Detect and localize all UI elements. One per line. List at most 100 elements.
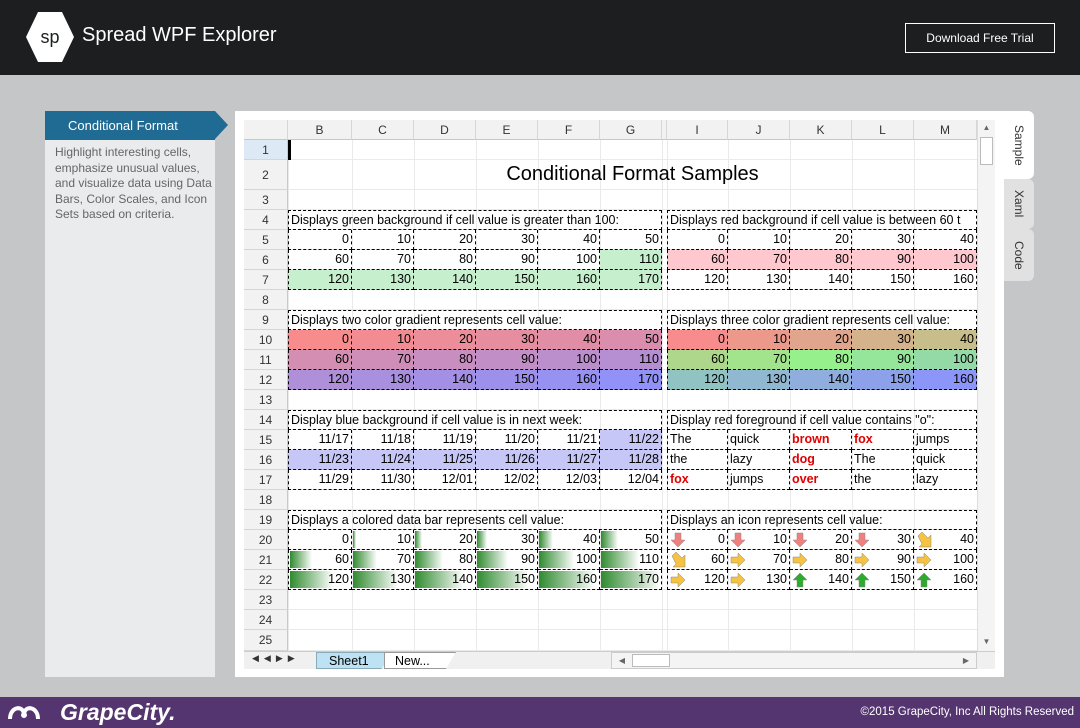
data-cell[interactable]: 11/23 xyxy=(288,450,352,470)
data-cell[interactable]: 70 xyxy=(352,350,414,370)
data-cell[interactable]: 150 xyxy=(852,370,914,390)
data-cell[interactable]: 100 xyxy=(538,350,600,370)
section-caption[interactable]: Displays red background if cell value is… xyxy=(667,210,977,230)
sheet-title[interactable]: Conditional Format Samples xyxy=(288,160,977,190)
scroll-right-icon[interactable]: ▶ xyxy=(958,653,974,669)
column-header[interactable]: D xyxy=(414,120,476,140)
row-header[interactable]: 17 xyxy=(244,470,288,490)
data-cell[interactable]: 20 xyxy=(790,230,852,250)
data-cell[interactable]: 140 xyxy=(790,570,852,590)
horizontal-scrollbar[interactable]: ◀ ▶ xyxy=(611,652,977,669)
section-caption[interactable]: Displays three color gradient represents… xyxy=(667,310,977,330)
data-cell[interactable]: 11/30 xyxy=(352,470,414,490)
data-cell[interactable]: 130 xyxy=(352,570,414,590)
column-header[interactable]: G xyxy=(600,120,662,140)
data-cell[interactable]: 30 xyxy=(852,530,914,550)
row-header[interactable]: 2 xyxy=(244,160,288,190)
row-header[interactable]: 9 xyxy=(244,310,288,330)
section-caption[interactable]: Displays green background if cell value … xyxy=(288,210,662,230)
data-cell[interactable]: over xyxy=(790,470,852,490)
data-cell[interactable]: 130 xyxy=(352,270,414,290)
row-header[interactable]: 24 xyxy=(244,610,288,630)
data-cell[interactable]: 90 xyxy=(852,250,914,270)
data-cell[interactable]: fox xyxy=(852,430,914,450)
data-cell[interactable]: The xyxy=(667,430,728,450)
column-header[interactable]: K xyxy=(790,120,852,140)
row-header[interactable]: 18 xyxy=(244,490,288,510)
data-cell[interactable]: quick xyxy=(914,450,977,470)
section-caption[interactable]: Displays an icon represents cell value: xyxy=(667,510,977,530)
data-cell[interactable]: 100 xyxy=(538,250,600,270)
data-cell[interactable]: 0 xyxy=(288,230,352,250)
row-header[interactable]: 22 xyxy=(244,570,288,590)
data-cell[interactable]: 80 xyxy=(790,250,852,270)
data-cell[interactable]: 110 xyxy=(600,250,662,270)
row-header[interactable]: 5 xyxy=(244,230,288,250)
data-cell[interactable]: the xyxy=(667,450,728,470)
data-cell[interactable]: 150 xyxy=(852,570,914,590)
data-cell[interactable]: 11/21 xyxy=(538,430,600,450)
data-cell[interactable]: 0 xyxy=(667,230,728,250)
data-cell[interactable]: 10 xyxy=(728,330,790,350)
data-cell[interactable]: 10 xyxy=(352,230,414,250)
data-cell[interactable]: 30 xyxy=(476,330,538,350)
data-cell[interactable]: fox xyxy=(667,470,728,490)
row-header[interactable]: 12 xyxy=(244,370,288,390)
data-cell[interactable]: 40 xyxy=(914,530,977,550)
row-header[interactable]: 3 xyxy=(244,190,288,210)
sidebar-item-conditional-format[interactable]: Conditional Format xyxy=(45,111,215,140)
data-cell[interactable]: 0 xyxy=(288,530,352,550)
data-cell[interactable]: 11/20 xyxy=(476,430,538,450)
data-cell[interactable]: 12/01 xyxy=(414,470,476,490)
data-cell[interactable]: 50 xyxy=(600,230,662,250)
scroll-thumb[interactable] xyxy=(980,137,993,165)
data-cell[interactable]: 11/24 xyxy=(352,450,414,470)
data-cell[interactable]: 100 xyxy=(914,250,977,270)
data-cell[interactable]: 60 xyxy=(667,350,728,370)
data-cell[interactable]: 170 xyxy=(600,570,662,590)
scroll-left-icon[interactable]: ◀ xyxy=(614,653,630,669)
data-cell[interactable]: 160 xyxy=(914,570,977,590)
data-cell[interactable]: 120 xyxy=(288,570,352,590)
column-header[interactable]: M xyxy=(914,120,977,140)
data-cell[interactable]: 40 xyxy=(538,530,600,550)
data-cell[interactable]: The xyxy=(852,450,914,470)
data-cell[interactable]: 0 xyxy=(667,330,728,350)
data-cell[interactable]: 100 xyxy=(538,550,600,570)
data-cell[interactable]: 120 xyxy=(667,570,728,590)
section-caption[interactable]: Display red foreground if cell value con… xyxy=(667,410,977,430)
data-cell[interactable]: 70 xyxy=(728,550,790,570)
data-cell[interactable]: 10 xyxy=(728,230,790,250)
tab-code[interactable]: Code xyxy=(1004,229,1034,281)
data-cell[interactable]: 20 xyxy=(414,330,476,350)
row-header[interactable]: 11 xyxy=(244,350,288,370)
data-cell[interactable]: 11/28 xyxy=(600,450,662,470)
section-caption[interactable]: Display blue background if cell value is… xyxy=(288,410,662,430)
column-header[interactable]: C xyxy=(352,120,414,140)
row-header[interactable]: 4 xyxy=(244,210,288,230)
data-cell[interactable]: 120 xyxy=(667,370,728,390)
data-cell[interactable]: jumps xyxy=(728,470,790,490)
row-header[interactable]: 13 xyxy=(244,390,288,410)
section-caption[interactable]: Displays two color gradient represents c… xyxy=(288,310,662,330)
data-cell[interactable]: 110 xyxy=(600,350,662,370)
data-cell[interactable]: jumps xyxy=(914,430,977,450)
data-cell[interactable]: 0 xyxy=(288,330,352,350)
data-cell[interactable]: 60 xyxy=(667,550,728,570)
data-cell[interactable]: 150 xyxy=(476,570,538,590)
data-cell[interactable]: 130 xyxy=(728,370,790,390)
data-cell[interactable]: dog xyxy=(790,450,852,470)
data-cell[interactable]: 12/02 xyxy=(476,470,538,490)
data-cell[interactable]: 70 xyxy=(352,550,414,570)
tab-xaml[interactable]: Xaml xyxy=(1004,179,1034,229)
data-cell[interactable]: 150 xyxy=(852,270,914,290)
data-cell[interactable]: 150 xyxy=(476,270,538,290)
data-cell[interactable]: 140 xyxy=(790,370,852,390)
select-all-corner[interactable] xyxy=(244,120,288,140)
spreadsheet-grid[interactable]: B C D E F G I J K L M 1 2 3 4 5 6 7 8 9 10 11 12 13 14 15 16 17 18 19… xyxy=(244,120,977,651)
row-header[interactable]: 16 xyxy=(244,450,288,470)
row-header[interactable]: 10 xyxy=(244,330,288,350)
column-header[interactable]: J xyxy=(728,120,790,140)
data-cell[interactable]: 40 xyxy=(914,330,977,350)
data-cell[interactable]: 160 xyxy=(914,370,977,390)
